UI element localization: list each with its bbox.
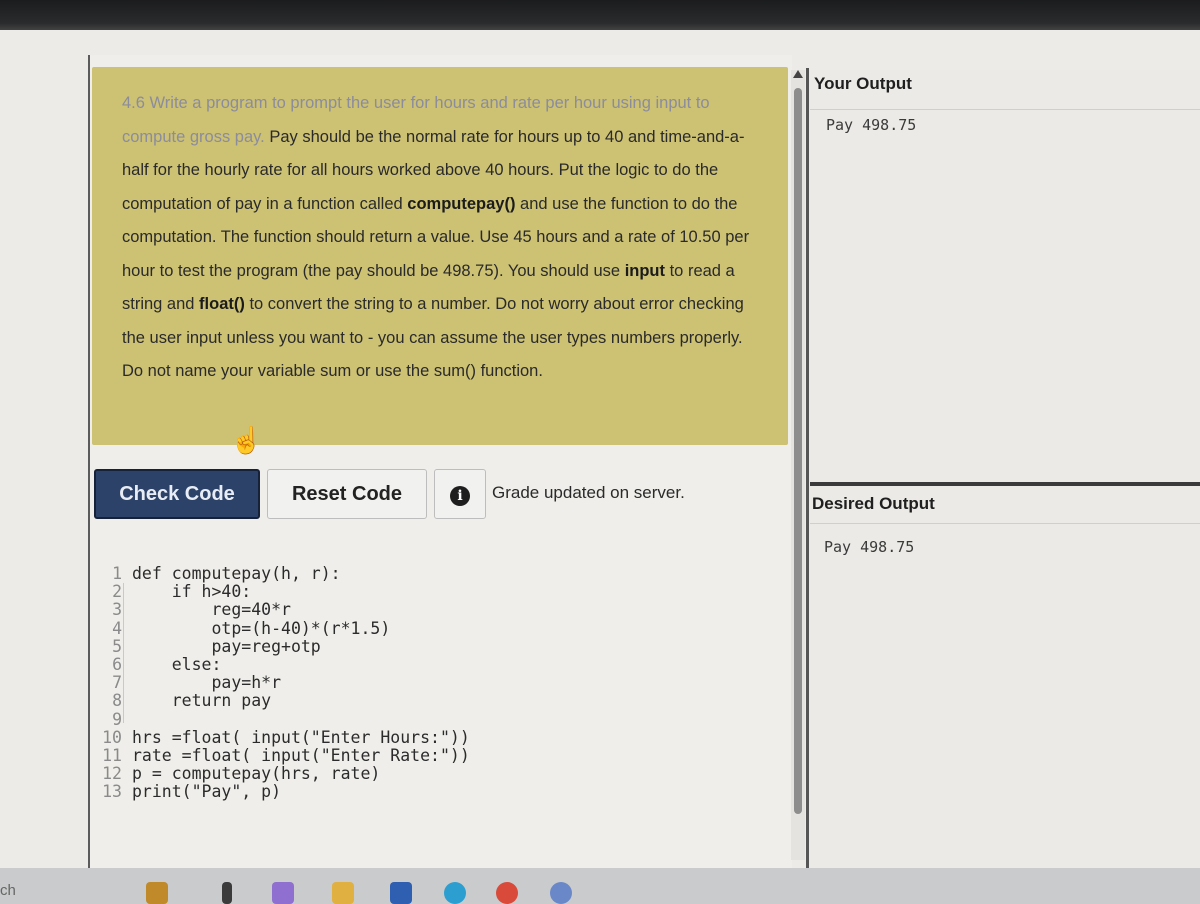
- code-line[interactable]: 2 if h>40:: [102, 582, 662, 602]
- exercise-panel: 4.6 Write a program to prompt the user f…: [88, 55, 792, 868]
- desired-output-text: Pay 498.75: [824, 538, 915, 556]
- your-output-panel: Your Output Pay 498.75: [810, 70, 1200, 482]
- line-number: 3: [112, 600, 122, 620]
- code-line-text: reg=40*r: [132, 600, 291, 620]
- your-output-text: Pay 498.75: [826, 116, 917, 134]
- code-line[interactable]: 7 pay=h*r: [102, 673, 662, 693]
- line-number: 1: [112, 564, 122, 583]
- settings-app-icon[interactable]: [550, 882, 572, 904]
- code-line[interactable]: 10 hrs =float( input("Enter Hours:")): [102, 727, 662, 747]
- store-icon[interactable]: [390, 882, 412, 904]
- code-line[interactable]: 4 otp=(h-40)*(r*1.5): [102, 618, 662, 638]
- edge-browser-icon[interactable]: [444, 882, 466, 904]
- taskbar-search-text[interactable]: ch: [0, 882, 16, 899]
- code-line-text: rate =float( input("Enter Rate:")): [132, 745, 470, 765]
- line-number: 8: [112, 691, 122, 711]
- scrollbar-thumb[interactable]: [794, 88, 802, 814]
- reset-code-button[interactable]: Reset Code: [267, 469, 427, 519]
- code-line[interactable]: 11 rate =float( input("Enter Rate:")): [102, 745, 662, 765]
- code-line-text: hrs =float( input("Enter Hours:")): [132, 727, 470, 747]
- code-line[interactable]: 12 p = computepay(hrs, rate): [102, 764, 662, 784]
- line-number: 10: [102, 727, 122, 747]
- panel-divider[interactable]: [806, 68, 809, 868]
- code-line-text: pay=h*r: [132, 673, 282, 693]
- check-code-button[interactable]: Check Code: [94, 469, 260, 519]
- desired-output-title: Desired Output: [810, 486, 1200, 524]
- code-line[interactable]: 13 print("Pay", p): [102, 783, 662, 801]
- instructions-box: 4.6 Write a program to prompt the user f…: [92, 67, 788, 445]
- code-line[interactable]: 8 return pay: [102, 692, 662, 710]
- screen: 4.6 Write a program to prompt the user f…: [0, 30, 1200, 868]
- code-line-text: if h>40:: [132, 582, 252, 602]
- instructions-input-word: input: [624, 261, 666, 280]
- vertical-scrollbar[interactable]: [791, 70, 805, 860]
- hand-pointer-cursor-icon: ☝: [230, 425, 263, 455]
- scroll-up-arrow-icon[interactable]: [793, 70, 803, 78]
- chrome-browser-icon[interactable]: [496, 882, 518, 904]
- chat-icon[interactable]: [272, 882, 294, 904]
- task-view-icon[interactable]: [222, 882, 232, 904]
- code-line-text: return pay: [132, 691, 272, 711]
- instructions-float-word: float(): [199, 295, 245, 313]
- line-number: 7: [112, 673, 122, 693]
- code-line[interactable]: 6 else:: [102, 654, 662, 674]
- code-line-text: else:: [132, 654, 222, 674]
- info-icon: i: [450, 485, 470, 506]
- code-line[interactable]: 3 reg=40*r: [102, 601, 662, 619]
- your-output-title: Your Output: [810, 70, 1200, 110]
- info-button[interactable]: i: [434, 469, 486, 519]
- line-number: 9: [112, 709, 122, 729]
- code-line-text: def computepay(h, r):: [132, 564, 341, 583]
- line-number: 5: [112, 636, 122, 656]
- code-line[interactable]: 9: [102, 709, 662, 729]
- code-line-text: pay=reg+otp: [132, 636, 321, 656]
- code-line[interactable]: 1 def computepay(h, r):: [102, 564, 662, 583]
- code-editor[interactable]: 1 def computepay(h, r): 2 if h>40: 3 reg=40…: [102, 564, 662, 815]
- taskbar: ch: [0, 868, 1200, 904]
- code-line-text: p = computepay(hrs, rate): [132, 764, 381, 784]
- widgets-icon[interactable]: [146, 882, 168, 904]
- line-number: 13: [102, 782, 122, 802]
- instructions-function-name: computepay(): [407, 194, 516, 213]
- grade-status-text: Grade updated on server.: [492, 483, 685, 502]
- code-line-text: print("Pay", p): [132, 782, 282, 802]
- code-line[interactable]: 5 pay=reg+otp: [102, 636, 662, 656]
- desired-output-panel: Desired Output Pay 498.75: [810, 486, 1200, 868]
- code-line-text: otp=(h-40)*(r*1.5): [132, 618, 391, 638]
- line-number: 2: [112, 582, 122, 602]
- line-number: 6: [112, 654, 122, 674]
- line-number: 12: [102, 764, 122, 784]
- line-number: 4: [112, 618, 122, 638]
- file-explorer-icon[interactable]: [332, 882, 354, 904]
- toolbar: Check Code Reset Code i Grade updated on…: [94, 469, 784, 521]
- line-number: 11: [102, 745, 122, 765]
